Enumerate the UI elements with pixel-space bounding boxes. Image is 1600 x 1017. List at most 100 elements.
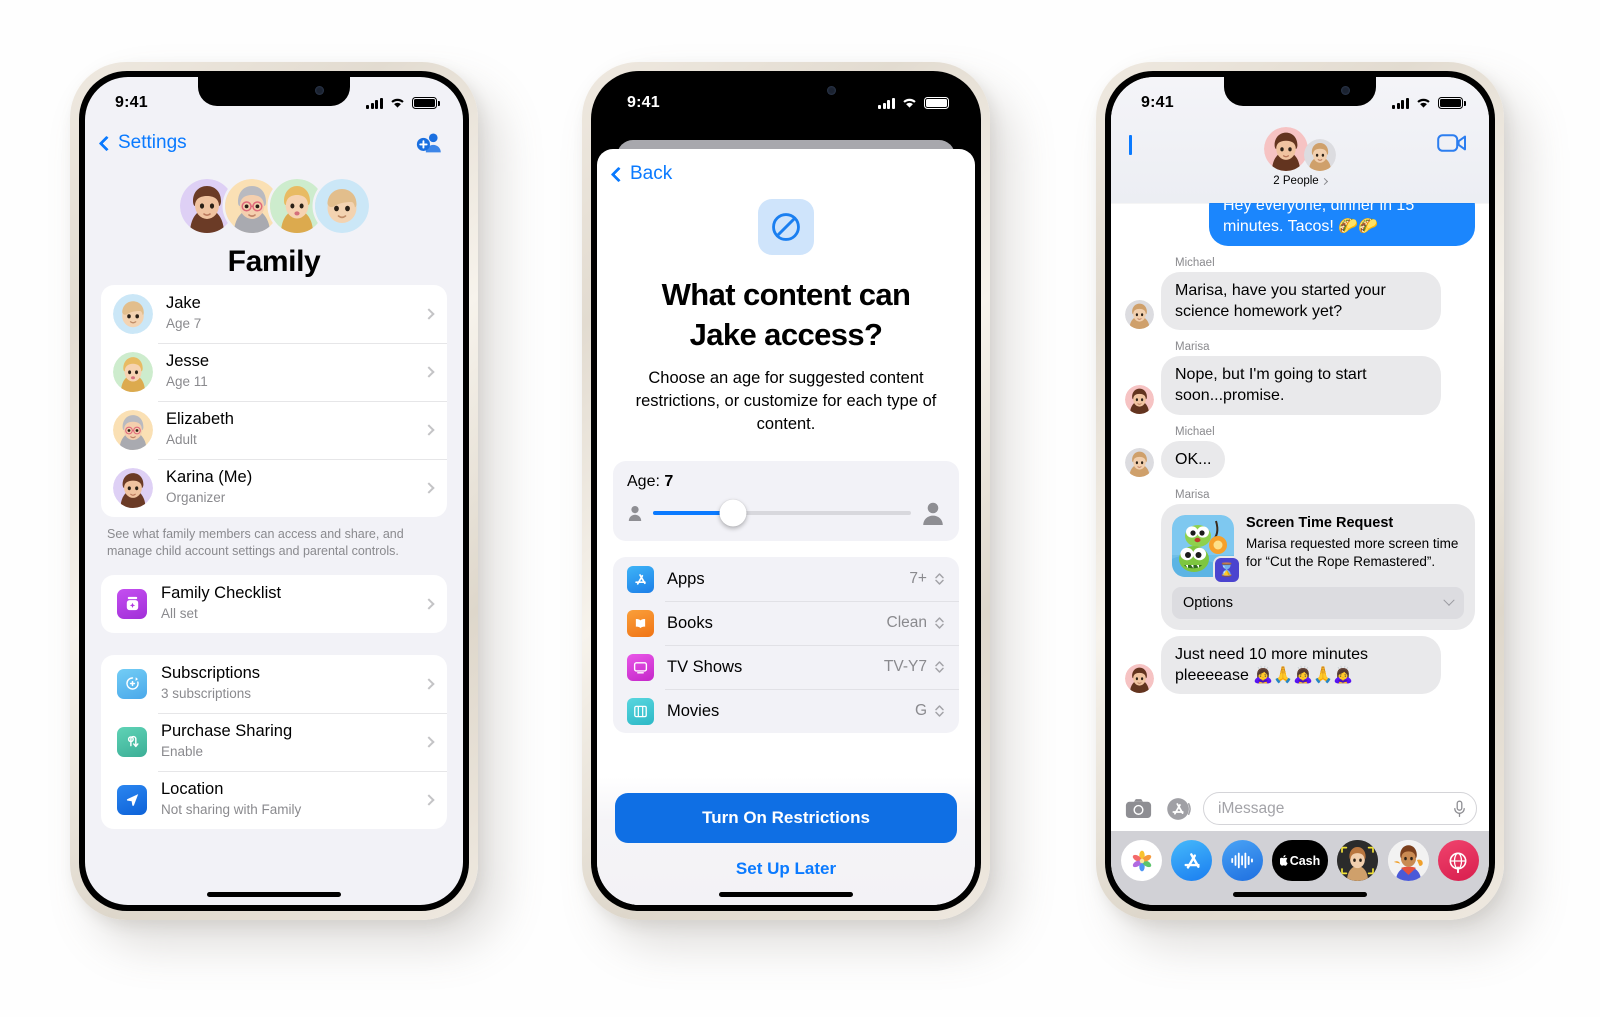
conversation-participants[interactable]: 2 People [1111,121,1489,189]
back-to-settings-button[interactable]: Settings [98,132,187,154]
cellular-bars-icon [366,97,383,109]
content-row-apps[interactable]: Apps 7+ [613,557,959,601]
list-item-text: Elizabeth Adult [166,410,425,449]
audio-message-app-icon[interactable] [1221,840,1263,881]
up-down-chevrons-icon[interactable] [934,615,945,631]
list-item-subscriptions[interactable]: Subscriptions 3 subscriptions [101,655,447,713]
battery-full-icon [412,97,440,109]
age-slider-knob[interactable] [719,499,747,527]
item-title: Family Checklist [161,583,282,602]
options-label: Options [1183,594,1233,611]
imessage-input[interactable]: iMessage [1203,792,1477,825]
list-item-purchase-sharing[interactable]: Purchase Sharing Enable [101,712,447,771]
content-label: Books [667,613,713,632]
imessage-placeholder: iMessage [1218,799,1285,817]
list-item-karina[interactable]: Karina (Me) Organizer [101,459,447,517]
turn-on-restrictions-button[interactable]: Turn On Restrictions [615,793,957,843]
status-time: 9:41 [115,94,148,111]
screen-time-request-card[interactable]: ⌛ Screen Time Request Marisa requested m… [1161,503,1475,630]
avatar-marisa [1125,384,1154,414]
no-entry-icon [758,199,814,255]
camera-icon[interactable] [1123,793,1154,824]
chevron-left-icon [1129,135,1132,155]
item-detail: Enable [161,743,204,759]
content-row-tv-shows[interactable]: TV Shows TV-Y7 [613,645,959,689]
purchase-sharing-icon [117,726,147,757]
family-avatar-stack [85,179,463,233]
page-title: Family [227,245,321,278]
screen-time-description: Marisa requested more screen time for “C… [1246,536,1459,570]
member-detail: Age 7 [166,316,202,332]
message-thread[interactable]: Hey everyone, dinner in 15 minutes. Taco… [1111,203,1489,784]
message-sender: Michael [1175,425,1215,438]
list-item-jesse[interactable]: Jesse Age 11 [101,343,447,401]
set-up-later-button[interactable]: Set Up Later [615,859,957,879]
family-hero: Family [85,165,463,285]
home-indicator[interactable] [719,892,853,897]
page-title: What content can Jake access? [661,277,911,352]
apple-cash-label: Cash [1289,853,1321,868]
age-slider-track[interactable] [653,499,911,527]
age-slider-row [627,499,945,527]
add-person-icon[interactable] [415,130,445,156]
imessage-apps-icon[interactable] [1163,793,1194,824]
message-input-bar: iMessage [1111,784,1489,831]
screenshot-stage: 9:41 Settings Family Jake Age 7 Jesse Ag… [0,0,1600,1017]
chevron-left-icon [610,166,627,182]
content-label: Movies [667,701,720,720]
screen-time-title: Screen Time Request [1246,514,1394,531]
content-value: TV-Y7 [883,658,927,676]
wifi-icon [391,98,404,108]
notch [198,77,350,106]
message-bubble: Nope, but I'm going to start soon...prom… [1161,356,1441,415]
facetime-video-icon[interactable] [1437,133,1467,153]
item-detail: All set [161,605,198,621]
phone-bezel: 9:41 2 People Hey everyone, dinner in 15… [1105,71,1495,911]
memoji-app-icon[interactable] [1337,840,1379,881]
home-indicator[interactable] [207,892,341,897]
home-indicator[interactable] [1233,892,1367,897]
battery-full-icon [924,97,952,109]
restrictions-hero: What content can Jake access? Choose an … [597,185,975,435]
up-down-chevrons-icon[interactable] [934,703,945,719]
avatar-marisa [1264,127,1308,171]
list-item-text: Purchase Sharing Enable [161,722,425,761]
list-item-text: Subscriptions 3 subscriptions [161,664,425,703]
back-button[interactable]: Back [610,163,959,185]
avatar-michael [1304,139,1336,171]
photos-app-icon[interactable] [1121,840,1162,881]
chevron-right-icon [423,308,435,320]
participants-label-button[interactable]: 2 People [1273,175,1328,187]
list-item-text: Location Not sharing with Family [161,780,425,819]
family-footnote: See what family members can access and s… [107,527,404,559]
list-item-family-checklist[interactable]: Family Checklist All set [101,575,447,633]
item-detail: 3 subscriptions [161,685,252,701]
phone-3-messages: 9:41 2 People Hey everyone, dinner in 15… [1096,62,1504,920]
chevron-right-icon [1320,177,1328,185]
page-subtitle: Choose an age for suggested content rest… [635,369,937,433]
age-slider-card: Age: 7 [613,461,959,542]
microphone-icon[interactable] [1453,800,1466,818]
screen-time-card-top: ⌛ Screen Time Request Marisa requested m… [1172,514,1464,582]
chevron-right-icon [423,793,435,806]
restrictions-controls: Age: 7 Apps 7+ Books Clean TV Shows TV-Y… [597,435,975,777]
content-row-books[interactable]: Books Clean [613,601,959,645]
app-store-app-icon[interactable] [1171,840,1213,881]
list-item-elizabeth[interactable]: Elizabeth Adult [101,401,447,459]
family-checklist-icon [117,588,147,619]
up-down-chevrons-icon[interactable] [934,571,945,587]
up-down-chevrons-icon[interactable] [934,659,945,675]
chevron-right-icon [423,424,435,436]
list-item-jake[interactable]: Jake Age 7 [101,285,447,343]
content-row-movies[interactable]: Movies G [613,689,959,733]
status-indicators [878,97,952,109]
digital-touch-app-icon[interactable] [1437,840,1479,881]
movies-icon [627,697,654,725]
back-to-list-button[interactable] [1129,135,1134,155]
stickers-app-icon[interactable] [1387,840,1429,881]
notch [1224,77,1376,106]
apple-cash-app-icon[interactable]: Cash [1271,840,1328,881]
list-item-location[interactable]: Location Not sharing with Family [101,770,447,829]
screen-time-options-dropdown[interactable]: Options [1172,586,1464,619]
phone-2-content-restrictions: 9:41 Back What content can Jake access? … [582,62,990,920]
